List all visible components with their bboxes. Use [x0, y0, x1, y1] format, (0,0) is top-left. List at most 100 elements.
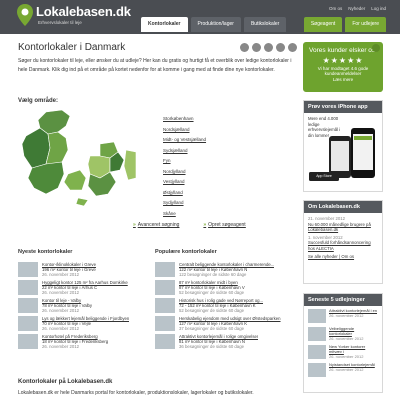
item-date: 26. november 2012	[42, 290, 80, 296]
list-item[interactable]: Kontor-/klinoklokaler i Greve 196 m² kont…	[18, 262, 150, 279]
region-link-sydjylland[interactable]: Sydjylland	[163, 200, 206, 211]
top-link-login[interactable]: Log ind	[371, 6, 386, 11]
map-actions: » Avanceret søgning » Opret søgeagent	[133, 222, 246, 228]
region-link-nordjylland[interactable]: Nordjylland	[163, 169, 206, 180]
rating-stars-icon: ★★★★★	[322, 56, 364, 65]
item-date: 26. november 2012	[42, 344, 80, 350]
top-link-about[interactable]: Om os	[329, 6, 342, 11]
reviews-promo[interactable]: Vores kunder elsker os! ★★★★★ Vi har mod…	[303, 42, 383, 92]
create-agent-label: Opret søgeagent	[208, 222, 246, 228]
region-link-vestjylland[interactable]: Vestjylland	[163, 179, 206, 190]
thumbnail-image	[18, 280, 38, 295]
about-text: Lokalebasen.dk er hele Danmarks portal f…	[18, 390, 254, 396]
choose-area-label: Vælg område:	[18, 98, 59, 104]
chat-icon	[372, 44, 380, 52]
region-link-storkoebenhavn[interactable]: Storkøbenhavn	[163, 116, 206, 127]
item-date: 26. november 2012	[329, 366, 364, 372]
latest-rentals-title: Seneste 5 udlejninger	[304, 294, 382, 306]
tab-for-udlejere[interactable]: For udlejere	[345, 17, 386, 32]
app-store-button[interactable]: App Store	[309, 172, 339, 181]
twitter-icon[interactable]	[288, 43, 297, 52]
newest-list: Kontor-/klinoklokaler i Greve 196 m² kont…	[18, 262, 150, 351]
advanced-search-label: Avanceret søgning	[137, 222, 180, 228]
list-item[interactable]: 87 m² kontorlokaler midt i byen 87 m² kon…	[155, 280, 295, 297]
tab-produktion-lager[interactable]: Produktion/lager	[190, 17, 241, 32]
brand-tagline: Erhvervslokaler til leje	[38, 20, 82, 25]
newest-section: Nyeste kontorlokaler Kontor-/klinoklokal…	[18, 249, 150, 352]
thumbnail-image	[155, 334, 175, 349]
social-buttons	[240, 43, 297, 52]
list-item[interactable]: Kontor til leje - Valby 78 m² kontor til …	[18, 298, 150, 315]
thumbnail-image	[155, 262, 175, 277]
news-link[interactable]: Nu 60.000 månedlige brugere på Lokalebas…	[308, 222, 378, 233]
map-region-skaane[interactable]	[123, 149, 137, 181]
thumbnail-image	[308, 309, 326, 323]
tab-soegeagent[interactable]: Søgeagent	[303, 17, 343, 32]
map-pin-icon	[17, 4, 33, 26]
list-item[interactable]: Centralt beliggende kontorlokaler i char…	[155, 262, 295, 279]
list-item[interactable]: Attraktivt kontorlejemål i rolige omgive…	[155, 334, 295, 351]
logo[interactable]: Lokalebasen.dk Erhvervslokaler til leje	[16, 3, 136, 31]
latest-rentals-list: Attraktivt kontorlejemål i en 26. novembe…	[304, 306, 382, 384]
arrow-icon: »	[133, 222, 136, 228]
list-item[interactable]: Hyggeligt kontor 125 m² fra Aarhus Domki…	[18, 280, 150, 297]
region-link-midt-vestsjaelland[interactable]: Midt- og Vestsjælland	[163, 137, 206, 148]
item-visits: 37 besøgninger de sidste 60 dage	[179, 326, 244, 332]
item-date: 26. november 2012	[329, 353, 364, 359]
list-item[interactable]: Attraktivt kontorlejemål i en 26. novembe…	[308, 309, 378, 326]
region-link-nordsjaelland[interactable]: Nordsjælland	[163, 127, 206, 138]
list-item[interactable]: Historisk hus i rolig gade ved Nørreport…	[155, 298, 295, 315]
see-all-news-link[interactable]: Se alle nyheder	[308, 254, 338, 259]
thumbnail-image	[18, 262, 38, 277]
region-list: Storkøbenhavn Nordsjælland Midt- og Vest…	[163, 116, 206, 221]
thumbnail-image	[155, 316, 175, 331]
region-link-skaane[interactable]: Skåne	[163, 211, 206, 222]
advanced-search-link[interactable]: » Avanceret søgning	[133, 222, 179, 228]
app-box-title: Prøv vores iPhone app	[304, 101, 382, 113]
region-link-sydsjaelland[interactable]: Sydsjælland	[163, 148, 206, 159]
item-date: 26. november 2012	[42, 326, 80, 332]
intro-text: Søger du kontorlokaler til leje, eller ø…	[18, 58, 292, 73]
denmark-map[interactable]	[18, 108, 138, 213]
tab-kontorlokaler[interactable]: Kontorlokaler	[141, 17, 188, 32]
create-agent-link[interactable]: » Opret søgeagent	[203, 222, 245, 228]
top-link-news[interactable]: Nyheder	[348, 6, 365, 11]
print-icon[interactable]	[252, 43, 261, 52]
item-date: 26. november 2012	[42, 308, 80, 314]
promo-line: Vi har modtaget 4.6 gode kundeanmeldelse…	[317, 66, 369, 76]
latest-rentals-box: Seneste 5 udlejninger Attraktivt kontorl…	[303, 293, 383, 393]
map-region-fyn[interactable]	[63, 169, 87, 191]
list-item[interactable]: Lys og lækkert lejemål beliggende i Fjor…	[18, 316, 150, 333]
region-link-fyn[interactable]: Fyn	[163, 158, 206, 169]
list-item[interactable]: Herskabelig ejendom med udsigt over Ørst…	[155, 316, 295, 333]
email-icon[interactable]	[240, 43, 249, 52]
news-link[interactable]: Succesfuld forhåndsannoncering hos ALECT…	[308, 240, 378, 251]
list-item[interactable]: Nyistandset kontorlejemål 26. november 20…	[308, 363, 378, 380]
promo-title: Vores kunder elsker os!	[309, 47, 377, 54]
thumbnail-image	[155, 298, 175, 313]
list-item[interactable]: Velbeliggende kontorlokaler 26. november …	[308, 327, 378, 344]
map-island	[75, 197, 89, 207]
list-item[interactable]: New Yorker kontorer mitvæv i 26. november…	[308, 345, 378, 362]
nav-right: Søgeagent For udlejere	[303, 17, 386, 32]
thumbnail-image	[18, 316, 38, 331]
tab-butikslokaler[interactable]: Butikslokaler	[243, 17, 287, 32]
item-date: 26. november 2012	[42, 272, 80, 278]
item-date: 26. november 2012	[329, 335, 364, 341]
thumbnail-image	[18, 334, 38, 349]
promo-link[interactable]: Læs mere	[303, 77, 383, 82]
list-item[interactable]: Kontorhotel på Frederiksberg 18 m² kontor…	[18, 334, 150, 351]
thumbnail-image	[308, 345, 326, 359]
linkedin-icon[interactable]	[276, 43, 285, 52]
thumbnail-image	[155, 280, 175, 295]
about-us-link[interactable]: Om os	[341, 254, 354, 259]
item-visits: 52 besøgninger de sidste 60 dage	[179, 290, 244, 296]
map-region-vestjylland[interactable]	[21, 127, 51, 169]
facebook-icon[interactable]	[264, 43, 273, 52]
news-list: 21. november 2012 Nu 60.000 månedlige br…	[304, 213, 382, 263]
popular-section: Populære kontorlokaler Centralt beliggen…	[155, 249, 295, 352]
region-link-oestjylland[interactable]: Østjylland	[163, 190, 206, 201]
brand-name: Lokalebasen.dk	[36, 4, 131, 19]
site-header: Lokalebasen.dk Erhvervslokaler til leje …	[0, 0, 400, 34]
top-links: Om os Nyheder Log ind	[329, 6, 386, 11]
